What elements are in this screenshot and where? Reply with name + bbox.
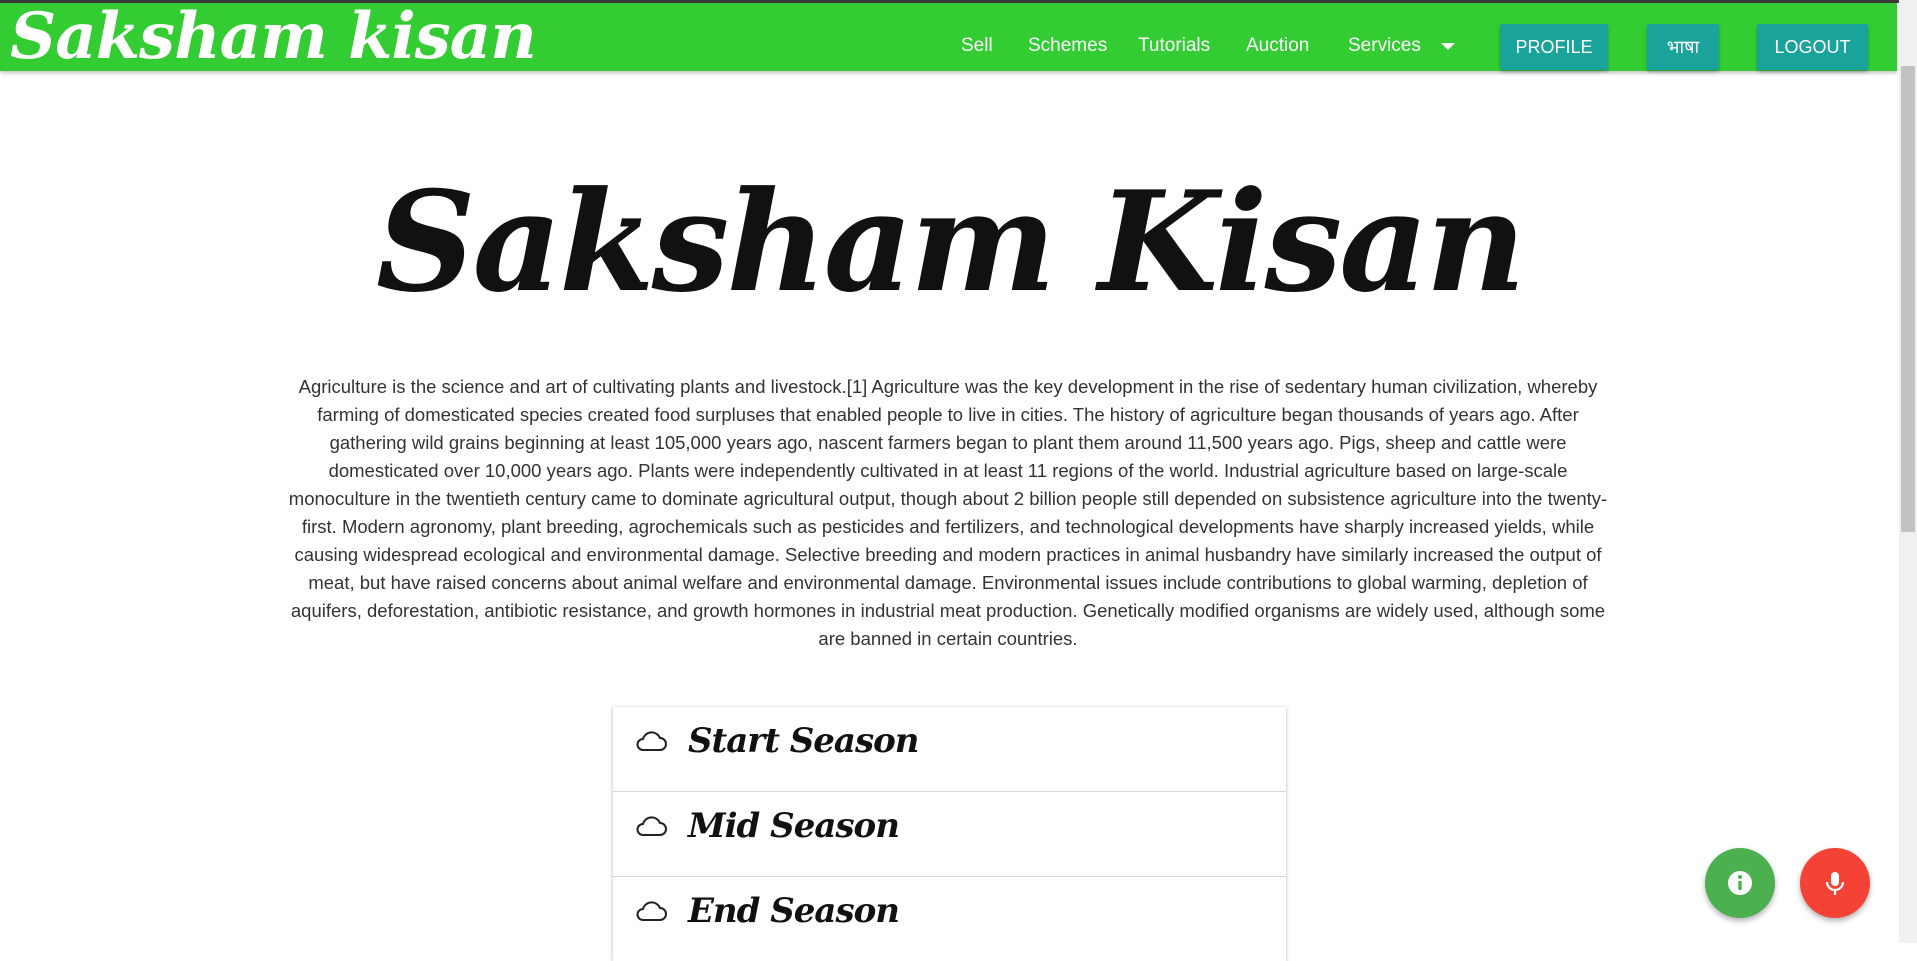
scrollbar-thumb[interactable] [1901, 66, 1915, 532]
profile-button[interactable]: PROFILE [1500, 24, 1608, 70]
nav-link-schemes[interactable]: Schemes [1028, 35, 1107, 57]
season-label: End Season [688, 891, 900, 931]
season-item-mid[interactable]: Mid Season [613, 792, 1286, 877]
language-button[interactable]: भाषा [1647, 24, 1719, 70]
cloud-icon [636, 901, 667, 921]
cloud-icon [636, 731, 667, 751]
cloud-icon [636, 816, 667, 836]
nav-link-tutorials[interactable]: Tutorials [1138, 35, 1210, 57]
brand-logo[interactable]: Saksham kisan [10, 0, 537, 74]
navbar: Saksham kisan Sell Schemes Tutorials Auc… [0, 0, 1897, 74]
logout-button[interactable]: LOGOUT [1757, 24, 1868, 70]
caret-down-icon[interactable] [1441, 43, 1455, 50]
info-fab[interactable] [1705, 848, 1775, 918]
nav-link-auction[interactable]: Auction [1246, 35, 1309, 57]
season-item-end[interactable]: End Season [613, 877, 1286, 961]
nav-link-services[interactable]: Services [1348, 35, 1421, 57]
microphone-icon [1825, 872, 1845, 895]
microphone-fab[interactable] [1800, 848, 1870, 918]
season-list: Start Season Mid Season End Season [613, 707, 1286, 961]
info-icon [1728, 871, 1752, 895]
intro-paragraph: Agriculture is the science and art of cu… [288, 376, 1608, 649]
nav-link-sell[interactable]: Sell [961, 35, 993, 57]
season-item-start[interactable]: Start Season [613, 707, 1286, 792]
page-title: Saksham Kisan [375, 160, 1526, 323]
season-label: Start Season [688, 721, 919, 761]
season-label: Mid Season [688, 806, 900, 846]
